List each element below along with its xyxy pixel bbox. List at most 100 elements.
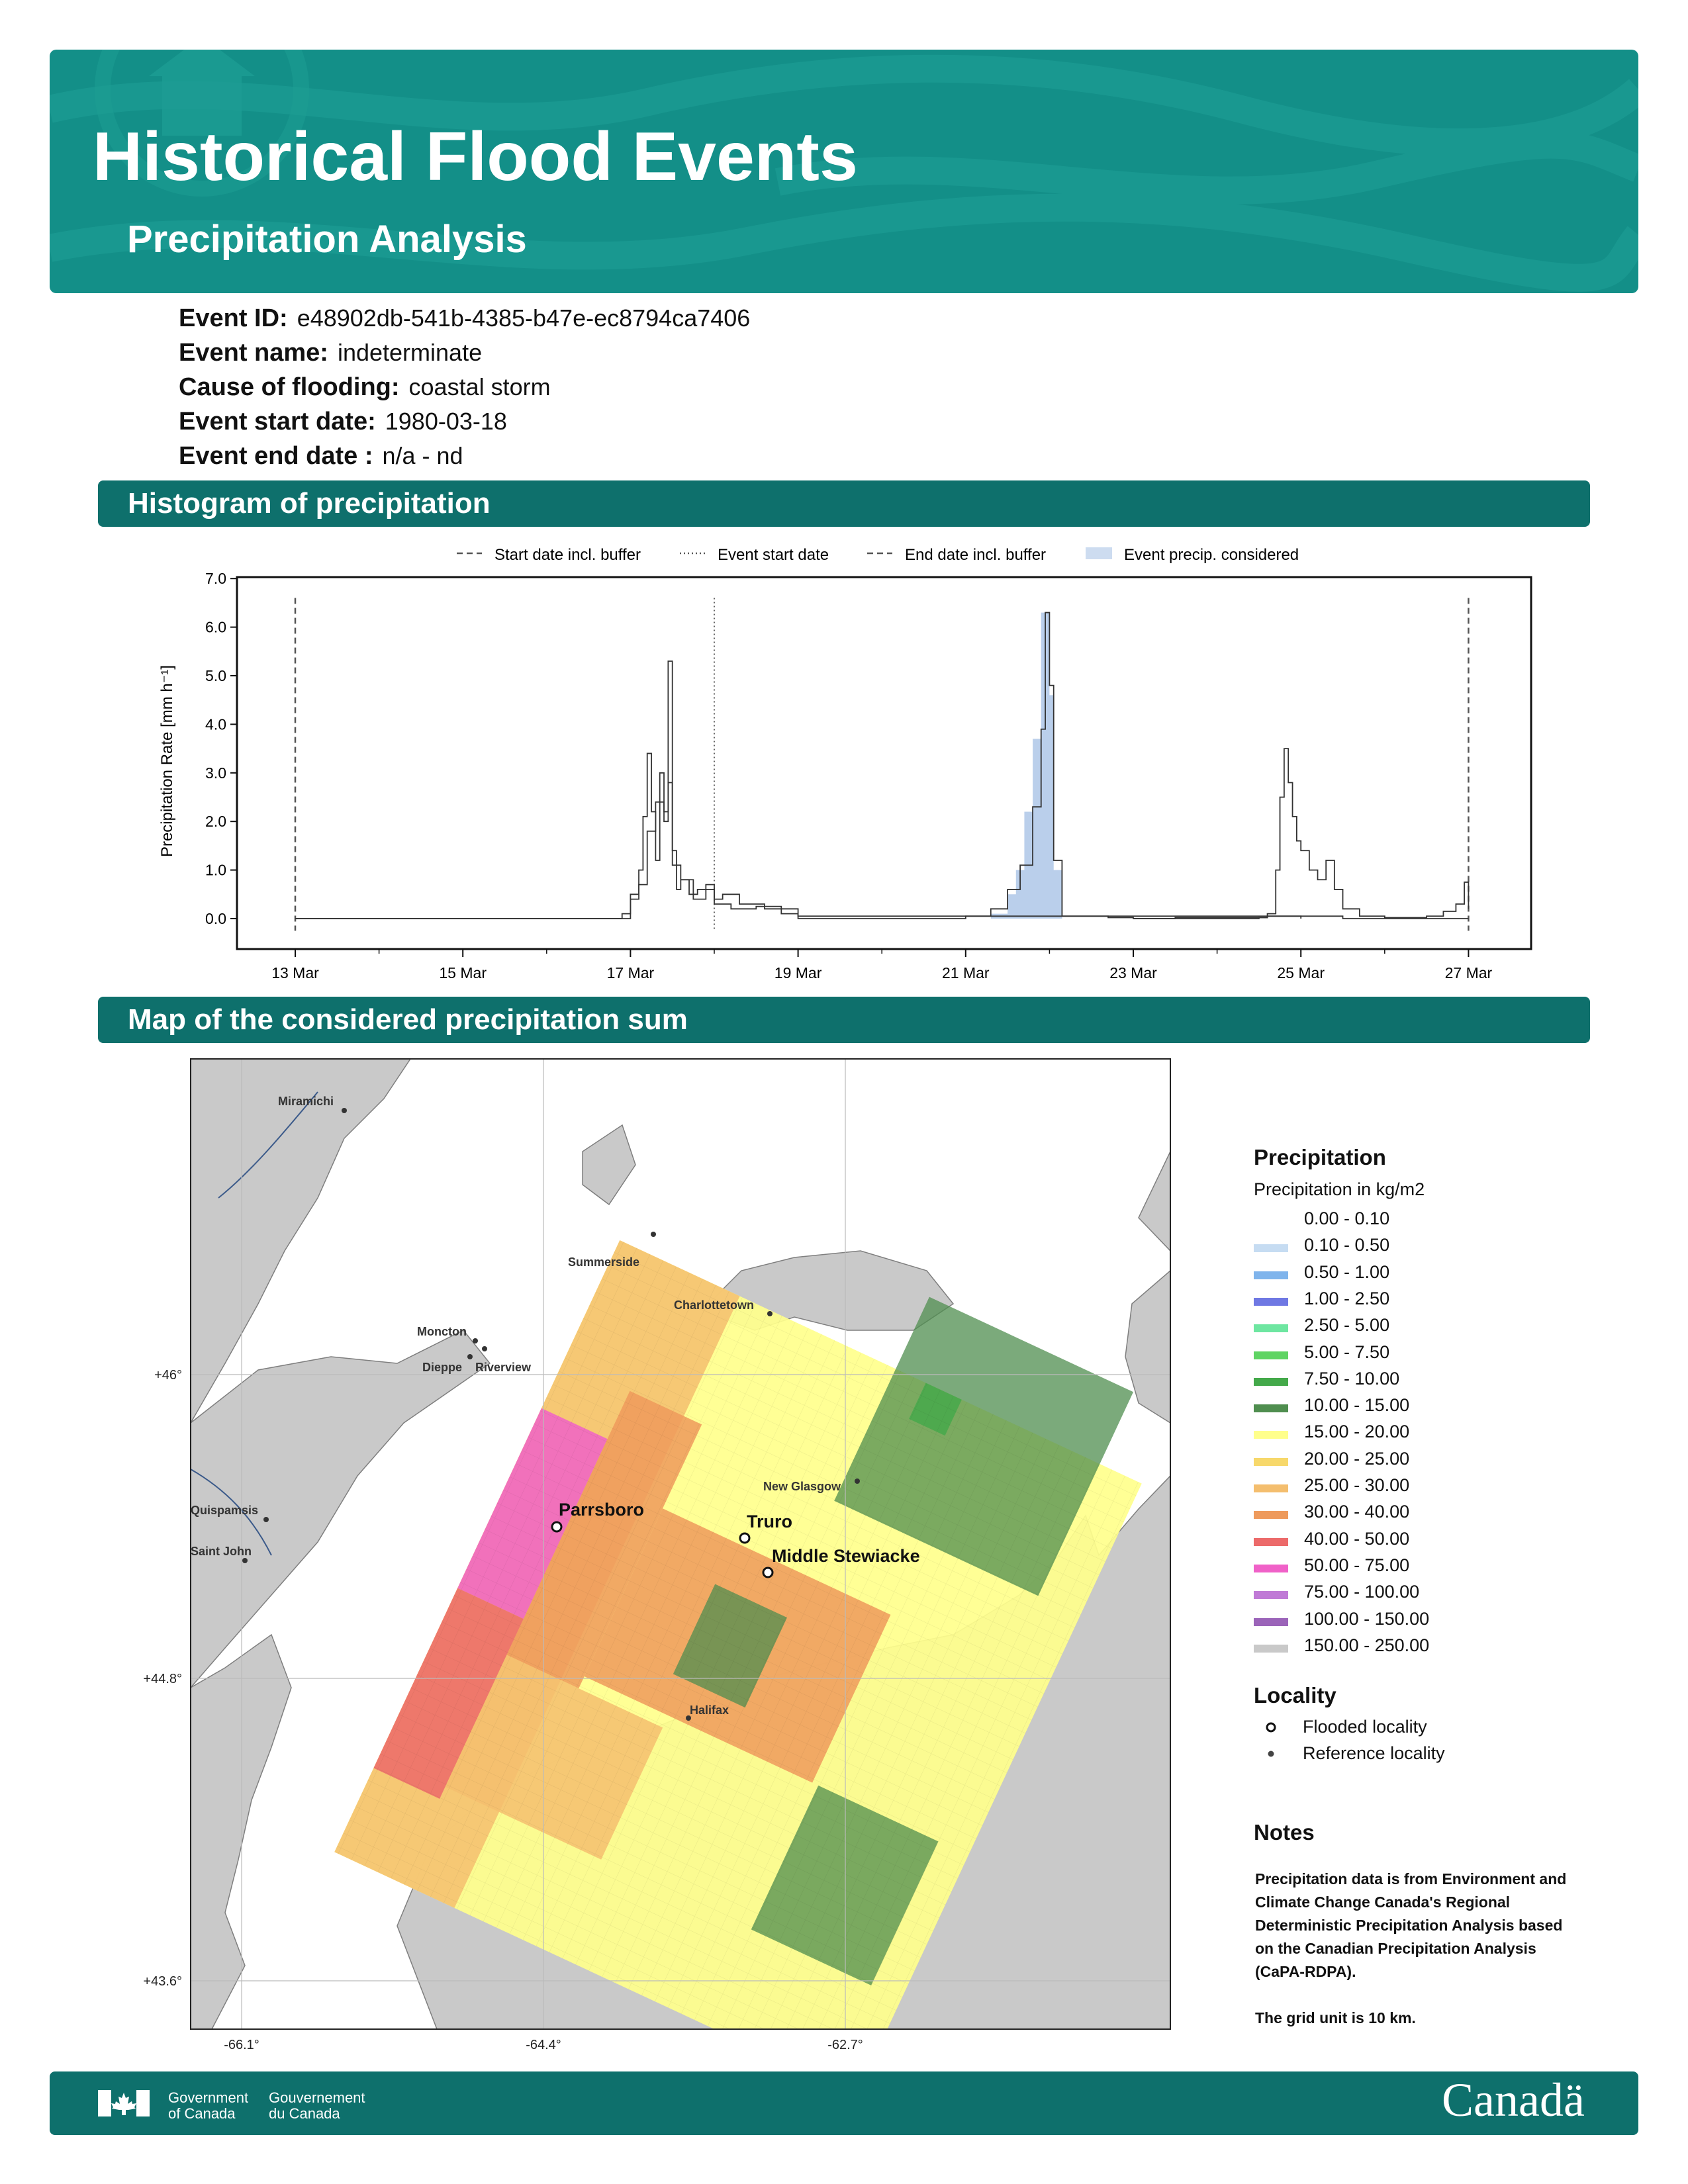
government-fr: Gouvernement du Canada bbox=[269, 2090, 365, 2122]
precip-series-line bbox=[295, 660, 1302, 919]
legend-class-label: 0.10 - 0.50 bbox=[1304, 1235, 1390, 1255]
locality-dieppe: Dieppe bbox=[422, 1361, 462, 1374]
x-tick-label: 19 Mar bbox=[774, 964, 822, 981]
locality-halifax: Halifax bbox=[690, 1704, 729, 1717]
legend-class-swatch bbox=[1254, 1324, 1288, 1333]
legend-end-buffer-label: End date incl. buffer bbox=[905, 546, 1046, 564]
legend-class-swatch bbox=[1254, 1591, 1288, 1600]
notes-line: Precipitation data is from Environment a… bbox=[1255, 1870, 1567, 1888]
locality-new-glasgow: New Glasgow bbox=[763, 1480, 841, 1493]
event-name-label: Event name: bbox=[179, 339, 328, 367]
legend-class-label: 50.00 - 75.00 bbox=[1304, 1555, 1410, 1575]
legend-class-label: 15.00 - 20.00 bbox=[1304, 1422, 1410, 1442]
page-title: Historical Flood Events bbox=[93, 118, 858, 195]
x-tick-label: 23 Mar bbox=[1109, 964, 1157, 981]
legend-event-precip-label: Event precip. considered bbox=[1124, 546, 1299, 564]
end-date-row: Event end date : n/a - nd bbox=[179, 442, 463, 471]
legend-class-label: 150.00 - 250.00 bbox=[1304, 1635, 1430, 1655]
locality-moncton: Moncton bbox=[417, 1325, 467, 1338]
event-precip-fill bbox=[957, 612, 1062, 919]
precipitation-map: +46° +44.8° +43.6° -66.1° -64.4° -62.7° … bbox=[143, 1058, 1171, 2052]
flooded-middle-stewiacke: Middle Stewiacke bbox=[772, 1546, 920, 1566]
y-tick-label: 7.0 bbox=[205, 570, 226, 587]
locality-miramichi: Miramichi bbox=[278, 1095, 334, 1108]
notes-line bbox=[1255, 1983, 1599, 2007]
legend-class-swatch bbox=[1254, 1511, 1288, 1520]
x-tick-label: 15 Mar bbox=[439, 964, 487, 981]
legend-class-label: 1.00 - 2.50 bbox=[1304, 1288, 1390, 1308]
y-tick-label: 5.0 bbox=[205, 667, 226, 684]
legend-class-label: 7.50 - 10.00 bbox=[1304, 1368, 1400, 1388]
histogram-section-header: Histogram of precipitation bbox=[98, 480, 1590, 527]
reference-locality-label: Reference locality bbox=[1303, 1743, 1445, 1763]
map-section-header: Map of the considered precipitation sum bbox=[98, 997, 1590, 1043]
legend-class-label: 5.00 - 7.50 bbox=[1304, 1342, 1390, 1362]
precip-legend-title: Precipitation bbox=[1254, 1145, 1386, 1169]
locality-riverview: Riverview bbox=[475, 1361, 532, 1374]
legend-class-swatch bbox=[1254, 1218, 1288, 1226]
y-tick-label: 4.0 bbox=[205, 715, 226, 733]
precip-class-legend: 0.00 - 0.10 0.10 - 0.50 0.50 - 1.00 1.00 - … bbox=[1238, 1208, 1536, 1659]
legend-class-swatch bbox=[1254, 1244, 1288, 1253]
lon-tick-66-1: -66.1° bbox=[224, 2038, 259, 2052]
lat-tick-44-8: +44.8° bbox=[143, 1672, 182, 1686]
y-axis-label: Precipitation Rate [mm h⁻¹] bbox=[158, 665, 176, 857]
gov-en-line2: of Canada bbox=[168, 2105, 236, 2122]
legend-class-label: 2.50 - 5.00 bbox=[1304, 1315, 1390, 1336]
notes-line: Deterministic Precipitation Analysis bas… bbox=[1255, 1917, 1563, 1934]
precip-legend-subtitle: Precipitation in kg/m2 bbox=[1254, 1179, 1425, 1199]
x-tick-label: 25 Mar bbox=[1277, 964, 1325, 981]
notes-line: Climate Change Canada's Regional bbox=[1255, 1893, 1511, 1911]
legend-event-start-label: Event start date bbox=[718, 546, 829, 564]
x-tick-label: 21 Mar bbox=[942, 964, 990, 981]
x-tick-label: 27 Mar bbox=[1445, 964, 1493, 981]
gov-fr-line2: du Canada bbox=[269, 2105, 340, 2122]
event-name-value: indeterminate bbox=[337, 339, 483, 366]
legend-class-swatch bbox=[1254, 1644, 1288, 1653]
notes-title: Notes bbox=[1254, 1820, 1315, 1844]
legend-class-label: 40.00 - 50.00 bbox=[1304, 1528, 1410, 1549]
flooded-truro: Truro bbox=[747, 1512, 792, 1531]
locality-legend-title: Locality bbox=[1254, 1683, 1336, 1707]
reference-locality-marker bbox=[1268, 1751, 1274, 1757]
legend-class-swatch bbox=[1254, 1537, 1288, 1546]
flooded-locality-marker bbox=[1266, 1722, 1276, 1733]
gov-fr-line1: Gouvernement bbox=[269, 2089, 365, 2106]
lat-tick-46: +46° bbox=[154, 1368, 182, 1383]
legend-class-swatch bbox=[1254, 1351, 1288, 1359]
legend-class-swatch bbox=[1254, 1564, 1288, 1572]
chart-legend: Start date incl. buffer Event start date… bbox=[457, 546, 1299, 564]
lon-tick-64-4: -64.4° bbox=[526, 2038, 561, 2052]
locality-summerside: Summerside bbox=[568, 1255, 639, 1269]
lon-tick-62-7: -62.7° bbox=[827, 2038, 863, 2052]
notes-body: Precipitation data is from Environment a… bbox=[1255, 1868, 1599, 2030]
gov-en-line1: Government bbox=[168, 2089, 249, 2106]
x-tick-label: 17 Mar bbox=[607, 964, 655, 981]
legend-event-precip-swatch bbox=[1086, 547, 1112, 559]
locality-charlottetown: Charlottetown bbox=[674, 1298, 754, 1312]
legend-class-swatch bbox=[1254, 1271, 1288, 1279]
legend-class-swatch bbox=[1254, 1617, 1288, 1626]
x-tick-label: 13 Mar bbox=[271, 964, 319, 981]
legend-class-label: 0.50 - 1.00 bbox=[1304, 1261, 1390, 1282]
end-date-value: n/a - nd bbox=[382, 442, 463, 469]
page-subtitle: Precipitation Analysis bbox=[127, 218, 527, 261]
lat-tick-43-6: +43.6° bbox=[143, 1974, 182, 1989]
y-tick-label: 1.0 bbox=[205, 862, 226, 879]
plot-frame bbox=[236, 576, 1532, 950]
legend-class-swatch bbox=[1254, 1484, 1288, 1492]
y-tick-label: 0.0 bbox=[205, 910, 226, 927]
locality-quispamsis: Quispamsis bbox=[191, 1504, 258, 1517]
government-en: Government of Canada bbox=[168, 2090, 248, 2122]
y-tick-label: 3.0 bbox=[205, 764, 226, 782]
canada-flag-icon bbox=[98, 2090, 150, 2116]
flooded-parrsboro: Parrsboro bbox=[559, 1500, 644, 1520]
precip-series-line bbox=[1133, 748, 1470, 919]
legend-class-swatch bbox=[1254, 1457, 1288, 1466]
event-id-label: Event ID: bbox=[179, 304, 288, 332]
flood-cause-row: Cause of flooding: coastal storm bbox=[179, 373, 551, 402]
legend-class-swatch bbox=[1254, 1404, 1288, 1413]
legend-class-label: 10.00 - 15.00 bbox=[1304, 1395, 1410, 1416]
start-date-row: Event start date: 1980-03-18 bbox=[179, 408, 507, 436]
locality-saint-john: Saint John bbox=[191, 1545, 252, 1558]
